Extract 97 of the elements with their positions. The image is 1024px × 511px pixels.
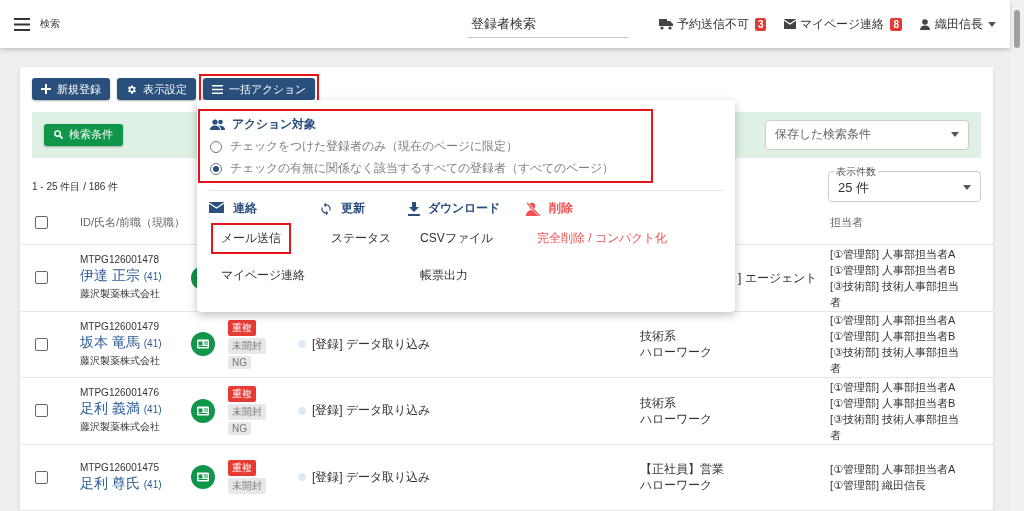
status-tag: 未開封: [228, 478, 266, 495]
menu-item[interactable]: 完全削除 / コンパクト化: [526, 223, 677, 254]
job-text: ハローワーク: [640, 410, 713, 427]
plus-icon: [41, 84, 51, 94]
job-text: ハローワーク: [640, 344, 713, 361]
status-tag: NG: [228, 422, 251, 436]
status-tag: NG: [228, 355, 251, 369]
assignee-text: [①管理部] 人事部担当者A: [830, 246, 957, 262]
id-card-icon: [191, 332, 215, 357]
mail-icon: [209, 201, 225, 216]
assignee-text: [③技術部] 技術人事部担当者: [830, 411, 961, 443]
column-header: 担当者: [830, 215, 864, 231]
column-header: ID/氏名/前職（現職）: [80, 215, 187, 231]
assignee-text: [①管理部] 人事部担当者B: [830, 395, 957, 411]
company-name: 藤沢製薬株式会社: [80, 420, 161, 435]
record-id: MTPG126001479: [80, 320, 160, 332]
assignee-text: [①管理部] 人事部担当者B: [830, 329, 957, 345]
section-title: アクション対象: [210, 116, 647, 133]
assignee-text: [③技術部] 技術人事部担当者: [830, 345, 961, 377]
per-page-select[interactable]: 表示件数 25 件: [828, 165, 981, 202]
toolbar-button[interactable]: 新規登録: [32, 78, 110, 100]
job-text: ハローワーク: [640, 477, 713, 494]
status-tag: 重複: [228, 319, 256, 336]
status-text: [登録] データ取り込み: [298, 335, 640, 353]
notice-link[interactable]: 予約送信不可 3: [658, 15, 767, 33]
job-text: 技術系: [640, 394, 677, 411]
select-all-checkbox[interactable]: [35, 216, 48, 230]
assignee-text: [①管理部] 人事部担当者A: [830, 313, 957, 329]
row-checkbox[interactable]: [35, 404, 48, 418]
toolbar-button[interactable]: 一括アクション: [203, 78, 315, 100]
group-title: 連絡: [209, 200, 319, 217]
job-text: 技術系: [640, 328, 677, 345]
person-icon: [920, 18, 930, 30]
search-label: 検索: [40, 17, 60, 31]
menu-item[interactable]: メール送信: [211, 223, 291, 254]
person-remove-icon: [524, 201, 541, 216]
id-card-icon: [191, 465, 215, 490]
row-checkbox[interactable]: [35, 337, 48, 351]
id-card-icon: [191, 398, 215, 423]
person-name-link[interactable]: 伊達 正宗 (41): [80, 267, 191, 286]
company-name: 藤沢製薬株式会社: [80, 353, 161, 368]
user-menu[interactable]: 織田信長: [920, 15, 996, 33]
row-checkbox[interactable]: [35, 271, 48, 285]
assignee-text: [①管理部] 織田信長: [830, 478, 928, 494]
search-icon: [54, 130, 63, 140]
assignee-text: [③技術部] 技術人事部担当者: [830, 278, 961, 310]
status-tag: 未開封: [228, 404, 266, 421]
record-id: MTPG126001475: [80, 461, 160, 473]
status-text: [登録] データ取り込み: [298, 402, 640, 420]
caret-icon: [988, 21, 996, 27]
truck-icon: [658, 18, 673, 30]
radio-option[interactable]: チェックの有無に関係なく該当するすべての登録者（すべてのページ）: [210, 160, 647, 177]
count-badge: 8: [890, 17, 902, 31]
sync-icon: [318, 201, 333, 216]
person-name-link[interactable]: 足利 義満 (41): [80, 400, 191, 419]
search-conditions-button[interactable]: 検索条件: [44, 123, 123, 146]
assignee-text: [①管理部] 人事部担当者A: [830, 379, 957, 395]
record-id: MTPG126001476: [80, 387, 160, 399]
radio-option[interactable]: チェックをつけた登録者のみ（現在のページに限定）: [210, 138, 647, 155]
person-name-link[interactable]: 坂本 竜馬 (41): [80, 333, 191, 352]
status-dot-icon: [298, 406, 306, 415]
menu-item[interactable]: 帳票出力: [410, 260, 479, 291]
person-name-link[interactable]: 足利 尊氏 (41): [80, 474, 191, 493]
job-text: 【正社員】営業: [640, 461, 725, 478]
saved-search-select[interactable]: 保存した検索条件: [765, 119, 969, 150]
menu-item[interactable]: ステータス: [320, 223, 401, 254]
assignee-text: [①管理部] 人事部担当者A: [830, 462, 957, 478]
settings-icon: [126, 83, 137, 95]
result-count: 1 - 25 件目 / 186 件: [32, 179, 119, 194]
row-checkbox[interactable]: [35, 470, 48, 484]
field-label: 表示件数: [835, 165, 877, 177]
mail-icon: [784, 19, 797, 29]
notice-link[interactable]: マイページ連絡 8: [784, 15, 902, 33]
status-text: [登録] データ取り込み: [298, 468, 640, 486]
people-icon: [210, 119, 225, 130]
status-dot-icon: [298, 473, 306, 482]
caret-icon: [963, 185, 971, 191]
status-dot-icon: [298, 340, 306, 349]
menu-item[interactable]: マイページ連絡: [211, 260, 315, 291]
assignee-text: [①管理部] 人事部担当者B: [830, 262, 957, 278]
caret-icon: [951, 132, 959, 138]
record-id: MTPG126001478: [80, 254, 160, 266]
status-tag: 未開封: [228, 337, 266, 354]
menu-icon[interactable]: [14, 17, 30, 31]
menu-icon: [212, 84, 223, 94]
search-field[interactable]: 登録者検索: [466, 10, 629, 38]
group-title: 削除: [524, 200, 723, 217]
company-name: 藤沢製薬株式会社: [80, 287, 161, 302]
count-badge: 3: [754, 17, 767, 31]
menu-item[interactable]: CSVファイル: [410, 223, 503, 254]
group-title: 更新: [318, 200, 409, 217]
status-tag: 重複: [228, 460, 256, 477]
status-tag: 重複: [228, 386, 256, 403]
toolbar-button[interactable]: 表示設定: [117, 78, 196, 100]
group-title: ダウンロード: [408, 200, 525, 217]
job-text: ] エージェント: [738, 269, 818, 286]
download-icon: [408, 201, 421, 216]
